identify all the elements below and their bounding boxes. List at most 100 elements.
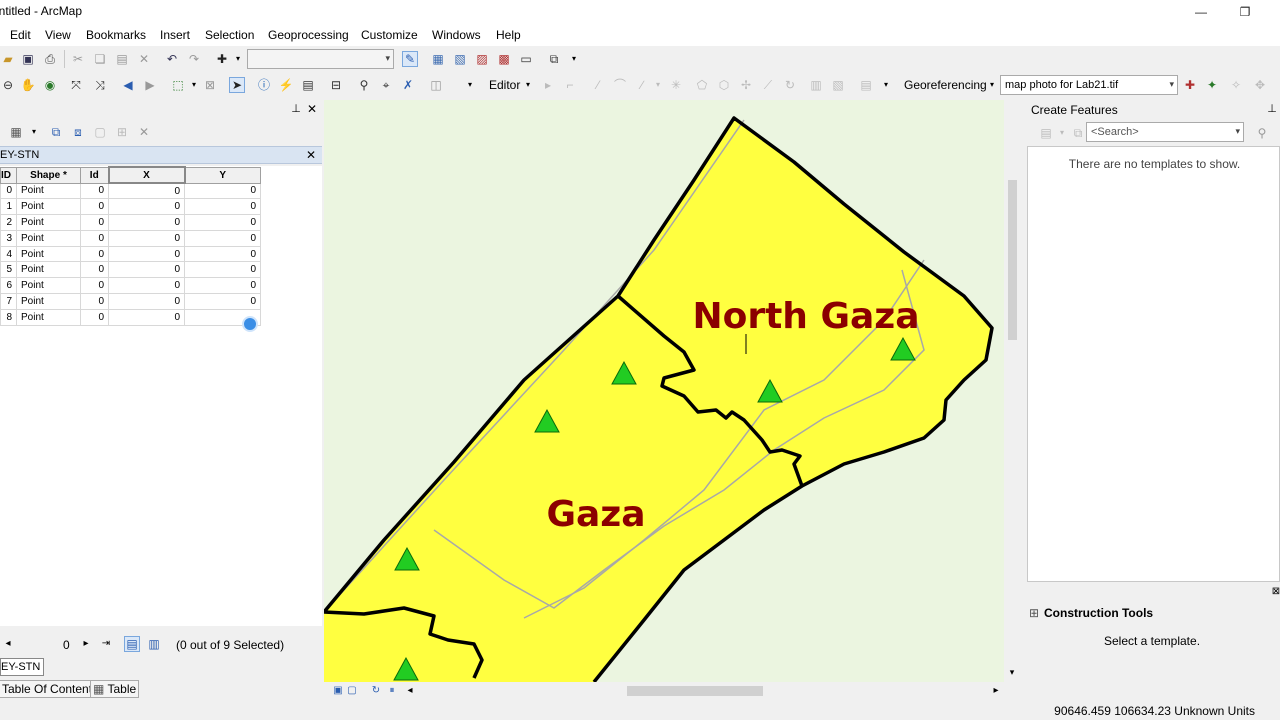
row-id[interactable]: 0 (80, 198, 109, 216)
copy-icon[interactable]: ❏ (92, 51, 108, 67)
row-fid[interactable]: 0 (0, 182, 17, 200)
last-record-icon[interactable]: ⇥ (98, 636, 114, 652)
row-fid[interactable]: 7 (0, 293, 17, 310)
toolbar-overflow-icon-2[interactable]: ▾ (462, 77, 478, 93)
select-features-icon[interactable]: ⬚ (170, 77, 186, 93)
georeferencing-dropdown-icon[interactable]: ▾ (984, 77, 1000, 93)
pause-drawing-icon[interactable]: ⏸ (384, 683, 400, 699)
redo-icon[interactable]: ↷ (186, 51, 202, 67)
close-table-window-icon[interactable]: ✕ (304, 101, 320, 117)
toolbar-overflow-icon-3[interactable]: ▾ (878, 77, 894, 93)
row-x[interactable]: 0 (108, 293, 185, 310)
identify-icon[interactable]: ⓘ (256, 77, 272, 93)
table-options-dropdown-icon[interactable]: ▾ (26, 124, 42, 140)
georeferencing-menu[interactable]: Georeferencing (904, 78, 987, 92)
row-y[interactable]: 0 (184, 245, 261, 263)
organize-dropdown-icon[interactable]: ▾ (1054, 125, 1070, 141)
table-row[interactable]: 0 Point 0 0 0 (0, 182, 261, 200)
show-selected-records-icon[interactable]: ▥ (146, 636, 162, 652)
create-features-pin-icon[interactable]: ⊥ (1264, 101, 1280, 117)
row-id[interactable]: 0 (80, 245, 109, 263)
row-shape[interactable]: Point (16, 229, 81, 247)
menu-windows[interactable]: Windows (432, 28, 481, 42)
row-shape[interactable]: Point (16, 261, 81, 279)
back-extent-icon[interactable]: ◀ (120, 77, 136, 93)
restore-button[interactable]: ❐ (1222, 0, 1268, 24)
model-builder-icon[interactable]: ⧉ (546, 51, 562, 67)
add-data-icon[interactable]: ✚ (214, 51, 230, 67)
minimize-button[interactable]: — (1178, 0, 1224, 24)
rotate-icon[interactable]: ↻ (782, 77, 798, 93)
attributes-icon[interactable]: ▥ (808, 77, 824, 93)
template-search-input[interactable]: <Search> ▾ (1086, 122, 1244, 142)
close-layer-table-icon[interactable]: ✕ (306, 148, 316, 162)
menu-customize[interactable]: Customize (361, 28, 418, 42)
select-by-attributes-icon[interactable]: ⧈ (70, 124, 86, 140)
print-icon[interactable]: ⎙ (42, 51, 58, 67)
zoom-out-icon[interactable]: ⊖ (0, 77, 16, 93)
row-x[interactable]: 0 (108, 198, 185, 216)
panel-collapse-icon[interactable]: ⊠ (1268, 584, 1280, 600)
paste-icon[interactable]: ▤ (114, 51, 130, 67)
row-shape[interactable]: Point (16, 293, 81, 310)
row-id[interactable]: 0 (80, 277, 109, 295)
refresh-icon[interactable]: ↻ (368, 683, 384, 699)
hyperlink-icon[interactable]: ⚡ (278, 77, 294, 93)
related-tables-icon[interactable]: ⧉ (48, 124, 64, 140)
row-fid[interactable]: 6 (0, 277, 17, 295)
menu-insert[interactable]: Insert (160, 28, 190, 42)
editor-dropdown-icon[interactable]: ▾ (520, 77, 536, 93)
table-row[interactable]: 8 Point 0 0 (0, 308, 261, 326)
table-row[interactable]: 6 Point 0 0 0 (0, 277, 261, 295)
scroll-down-icon[interactable]: ▾ (1004, 664, 1020, 680)
undo-icon[interactable]: ↶ (164, 51, 180, 67)
row-shape[interactable]: Point (16, 277, 81, 295)
data-view-icon[interactable]: ▢ (344, 683, 360, 699)
delete-icon[interactable]: ✕ (136, 51, 152, 67)
previous-record-icon[interactable]: ◂ (0, 636, 16, 652)
row-id[interactable]: 0 (80, 214, 109, 231)
edit-vertices-icon[interactable]: ⬠ (694, 77, 710, 93)
table-row[interactable]: 4 Point 0 0 0 (0, 245, 261, 263)
templates-icon[interactable]: ⧉ (1070, 125, 1086, 141)
row-fid[interactable]: 3 (0, 229, 17, 247)
row-x[interactable]: 0 (108, 277, 185, 295)
layer-table-tab[interactable]: EY-STN (0, 658, 44, 676)
row-id[interactable]: 0 (80, 229, 109, 247)
catalog-icon[interactable]: ▧ (452, 51, 468, 67)
row-fid[interactable]: 2 (0, 214, 17, 231)
map-scale-box[interactable]: ▾ (247, 49, 394, 69)
rotate-georef-icon[interactable]: ✥ (1252, 77, 1268, 93)
table-options-icon[interactable]: ▦ (8, 124, 24, 140)
column-header-id[interactable]: Id (80, 166, 109, 184)
row-id[interactable]: 0 (80, 308, 109, 326)
map-canvas[interactable]: North Gaza Gaza (324, 100, 1004, 682)
row-x[interactable]: 0 (108, 261, 185, 279)
row-fid[interactable]: 1 (0, 198, 17, 216)
table-row[interactable]: 2 Point 0 0 0 (0, 214, 261, 231)
full-extent-icon[interactable]: ◉ (42, 77, 58, 93)
cut-polygons-icon[interactable]: ✢ (738, 77, 754, 93)
column-header-fid[interactable]: ID (0, 166, 17, 184)
row-shape[interactable]: Point (16, 214, 81, 231)
map-vertical-scroll-thumb[interactable] (1008, 180, 1017, 340)
find-icon[interactable]: ⚲ (356, 77, 372, 93)
table-of-contents-tab[interactable]: Table Of Contents (0, 680, 102, 698)
trace-icon[interactable]: ∕ (634, 77, 650, 93)
scroll-right-icon[interactable]: ▸ (988, 683, 1004, 699)
map-vertical-scrollbar[interactable]: ▾ (1004, 100, 1021, 682)
auto-registration-icon[interactable]: ✦ (1204, 77, 1220, 93)
end-point-arc-icon[interactable]: ⌒ (612, 77, 628, 93)
row-fid[interactable]: 4 (0, 245, 17, 263)
row-y[interactable]: 0 (184, 277, 261, 295)
straight-segment-icon[interactable]: ⁄ (590, 77, 606, 93)
map-horizontal-scrollbar[interactable]: ▣ ▢ ↻ ⏸ ◂ ▸ (324, 682, 1021, 700)
row-shape[interactable]: Point (16, 182, 81, 200)
python-window-icon[interactable]: ▭ (518, 51, 534, 67)
scroll-left-icon[interactable]: ◂ (402, 683, 418, 699)
menu-view[interactable]: View (45, 28, 71, 42)
table-tab[interactable]: ▦ Table (90, 680, 140, 698)
row-y[interactable]: 0 (184, 229, 261, 247)
arctoolbox-icon[interactable]: ▩ (496, 51, 512, 67)
row-id[interactable]: 0 (80, 182, 109, 200)
